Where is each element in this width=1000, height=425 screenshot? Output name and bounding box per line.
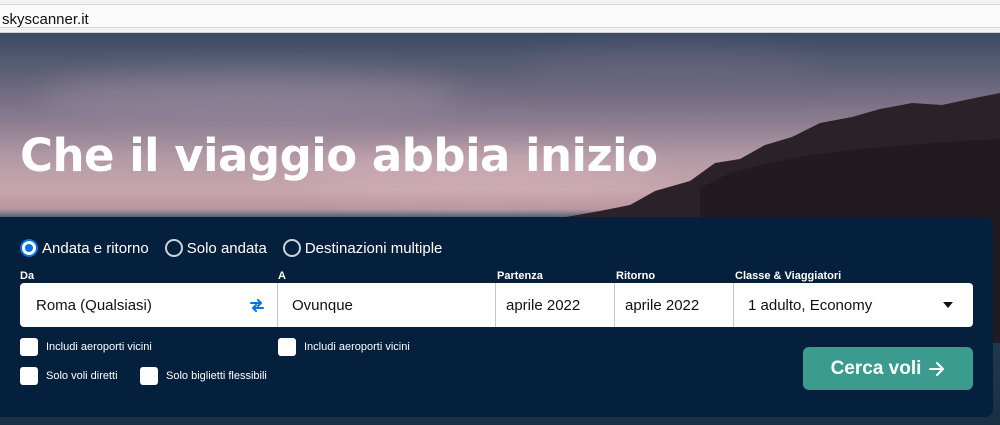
cloud-decoration: [520, 53, 820, 88]
checkbox-label: Solo voli diretti: [46, 370, 118, 382]
trip-type-selector: Andata e ritorno Solo andata Destinazion…: [20, 239, 458, 257]
url-field[interactable]: skyscanner.it: [0, 4, 1000, 28]
radio-multi-city-label: Destinazioni multiple: [304, 239, 443, 257]
checkbox-flexible-tickets[interactable]: Solo biglietti flessibili: [140, 367, 267, 385]
from-field[interactable]: Roma (Qualsiasi): [20, 283, 278, 327]
search-form-row: Roma (Qualsiasi) Ovunque aprile 2022 apr…: [20, 283, 973, 327]
to-value: Ovunque: [292, 296, 353, 314]
radio-multi-city[interactable]: Destinazioni multiple: [282, 239, 443, 257]
caret-down-icon: [943, 302, 953, 308]
checkbox-label: Solo biglietti flessibili: [166, 370, 267, 382]
class-travellers-label: Classe & Viaggiatori: [735, 270, 842, 282]
to-label: A: [278, 270, 286, 282]
checkbox-label: Includi aeroporti vicini: [46, 341, 152, 353]
browser-address-bar: skyscanner.it: [0, 0, 1000, 33]
class-travellers-value: 1 adulto, Economy: [748, 296, 873, 314]
page-title: Che il viaggio abbia inizio: [20, 129, 658, 182]
flight-search-panel: Andata e ritorno Solo andata Destinazion…: [0, 217, 993, 417]
checkbox-nearby-airports-to[interactable]: Includi aeroporti vicini: [278, 338, 410, 356]
checkbox-direct-flights[interactable]: Solo voli diretti: [20, 367, 118, 385]
departure-field[interactable]: aprile 2022: [496, 283, 615, 327]
checkbox-box: [278, 338, 296, 356]
return-value: aprile 2022: [625, 296, 700, 314]
url-text: skyscanner.it: [2, 11, 89, 28]
checkbox-box: [20, 367, 38, 385]
swap-arrows-icon[interactable]: [247, 295, 267, 315]
from-value: Roma (Qualsiasi): [36, 296, 152, 314]
checkbox-box: [140, 367, 158, 385]
radio-one-way-label: Solo andata: [186, 239, 267, 257]
class-travellers-field[interactable]: 1 adulto, Economy: [734, 283, 973, 327]
search-flights-button[interactable]: Cerca voli: [803, 347, 973, 390]
radio-unselected-icon: [282, 239, 301, 257]
return-field[interactable]: aprile 2022: [615, 283, 734, 327]
search-flights-label: Cerca voli: [830, 357, 922, 379]
radio-round-trip[interactable]: Andata e ritorno: [20, 239, 149, 257]
radio-selected-icon: [20, 239, 38, 257]
radio-unselected-icon: [164, 239, 183, 257]
radio-round-trip-label: Andata e ritorno: [42, 239, 149, 257]
departure-value: aprile 2022: [506, 296, 581, 314]
checkbox-label: Includi aeroporti vicini: [304, 341, 410, 353]
radio-one-way[interactable]: Solo andata: [164, 239, 267, 257]
from-label: Da: [20, 270, 35, 282]
to-field[interactable]: Ovunque: [278, 283, 496, 327]
departure-label: Partenza: [497, 270, 543, 282]
cloud-decoration: [40, 73, 460, 123]
checkbox-nearby-airports-from[interactable]: Includi aeroporti vicini: [20, 338, 152, 356]
arrow-right-icon: [929, 361, 945, 376]
checkbox-box: [20, 338, 38, 356]
return-label: Ritorno: [616, 270, 656, 282]
